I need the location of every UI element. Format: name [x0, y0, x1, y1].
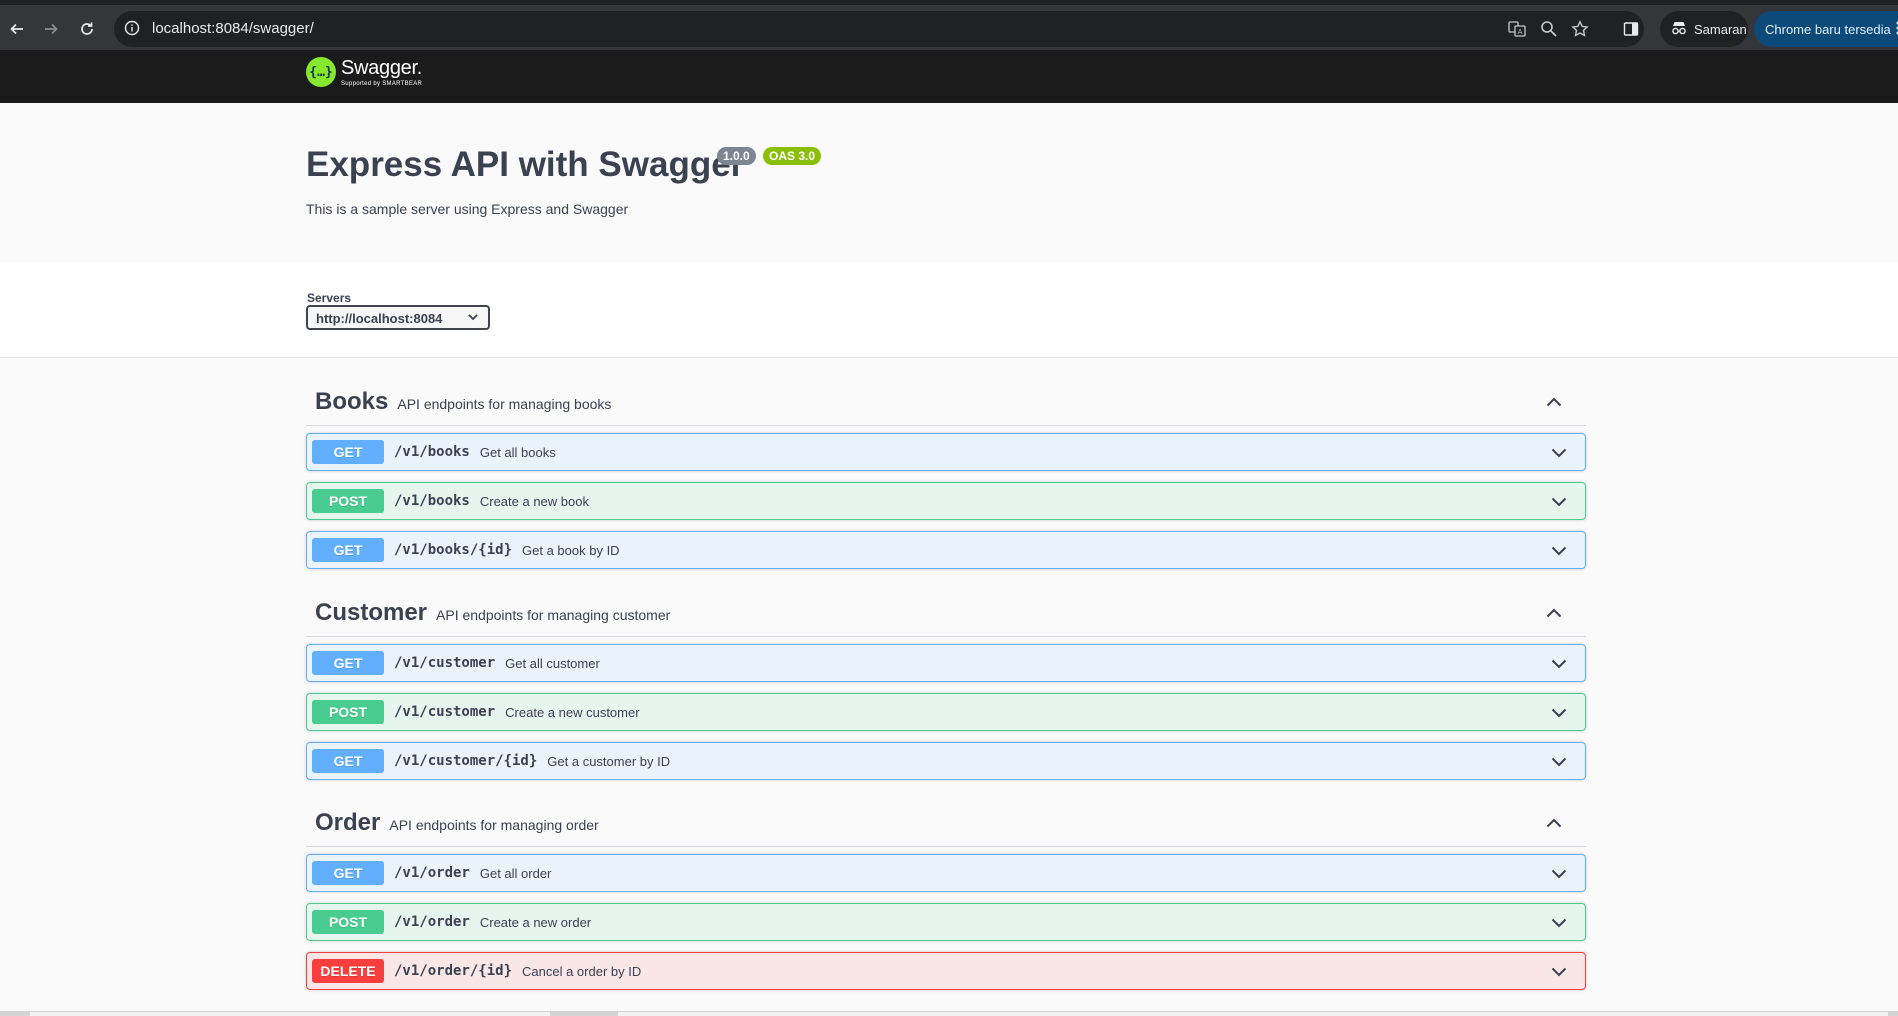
- incognito-icon: [1670, 20, 1688, 39]
- operation-summary: Get all customer: [505, 655, 600, 671]
- chrome-update-button[interactable]: Chrome baru tersedia: [1754, 11, 1898, 47]
- operation-summary: Create a new customer: [505, 704, 640, 720]
- tag-header-order[interactable]: Order API endpoints for managing order: [306, 800, 1586, 847]
- tag-name: Customer: [315, 599, 428, 626]
- forward-icon[interactable]: [36, 14, 66, 44]
- operation-row[interactable]: POST/v1/customer Create a new customer: [306, 693, 1586, 731]
- operation-path: /v1/books: [394, 444, 470, 460]
- swagger-logo-sub: Supported by SMARTBEAR: [341, 80, 423, 87]
- tag-description: API endpoints for managing customer: [436, 607, 671, 623]
- chevron-down-icon[interactable]: [1551, 543, 1567, 561]
- method-badge: POST: [312, 700, 384, 724]
- servers-label: Servers: [307, 291, 352, 305]
- incognito-profile-button[interactable]: Samaran: [1660, 11, 1748, 47]
- swagger-logo-icon: {…}: [306, 57, 336, 87]
- operation-row[interactable]: POST/v1/books Create a new book: [306, 482, 1586, 520]
- operation-path: /v1/order: [394, 865, 470, 881]
- operation-path: /v1/order/{id}: [394, 963, 513, 979]
- tag-name: Order: [315, 809, 381, 836]
- chevron-down-icon[interactable]: [1551, 705, 1567, 723]
- chevron-up-icon[interactable]: [1546, 605, 1562, 623]
- method-badge: GET: [312, 651, 384, 675]
- operation-path: /v1/order: [394, 914, 470, 930]
- api-title: Express API with Swagger: [306, 145, 745, 184]
- operation-row[interactable]: GET/v1/customer/{id} Get a customer by ID: [306, 742, 1586, 780]
- operation-row[interactable]: DELETE/v1/order/{id} Cancel a order by ID: [306, 952, 1586, 990]
- site-info-icon[interactable]: [124, 20, 140, 41]
- operation-path: /v1/customer/{id}: [394, 753, 538, 769]
- tag-header-books[interactable]: Books API endpoints for managing books: [306, 379, 1586, 426]
- update-label: Chrome baru tersedia: [1765, 21, 1891, 37]
- swagger-logo-name: Swagger.: [341, 56, 422, 79]
- tag-header-customer[interactable]: Customer API endpoints for managing custo…: [306, 590, 1586, 637]
- api-description: This is a sample server using Express an…: [306, 201, 629, 217]
- back-icon[interactable]: [2, 14, 32, 44]
- operation-summary: Create a new order: [479, 914, 592, 930]
- info-section: [0, 103, 1898, 262]
- browser-toolbar: localhost:8084/swagger/ A Samaran Chrome…: [0, 0, 1898, 50]
- swagger-topbar: {…} Swagger. Supported by SMARTBEAR: [0, 50, 1898, 103]
- method-badge: DELETE: [312, 959, 384, 983]
- operation-row[interactable]: POST/v1/order Create a new order: [306, 903, 1586, 941]
- operation-summary: Get a book by ID: [522, 542, 620, 558]
- tag-description: API endpoints for managing books: [397, 396, 612, 412]
- method-badge: GET: [312, 749, 384, 773]
- reload-icon[interactable]: [72, 14, 102, 44]
- side-panel-icon[interactable]: [1616, 14, 1646, 44]
- chevron-down-icon[interactable]: [1551, 964, 1567, 982]
- chevron-down-icon[interactable]: [1551, 754, 1567, 772]
- operation-summary: Get all order: [479, 865, 552, 881]
- chevron-up-icon[interactable]: [1546, 394, 1562, 412]
- operation-summary: Get a customer by ID: [547, 753, 671, 769]
- chevron-down-icon[interactable]: [1551, 445, 1567, 463]
- chevron-down-icon[interactable]: [1551, 656, 1567, 674]
- chevron-down-icon: [468, 314, 478, 321]
- method-badge: GET: [312, 538, 384, 562]
- operation-summary: Create a new book: [479, 493, 589, 509]
- swagger-logo[interactable]: {…} Swagger. Supported by SMARTBEAR: [306, 57, 422, 87]
- operation-path: /v1/customer: [394, 704, 496, 720]
- bookmark-star-icon[interactable]: [1571, 20, 1589, 43]
- operation-row[interactable]: GET/v1/books Get all books: [306, 433, 1586, 471]
- chevron-down-icon[interactable]: [1551, 866, 1567, 884]
- profile-label: Samaran: [1694, 21, 1747, 37]
- operation-row[interactable]: GET/v1/customer Get all customer: [306, 644, 1586, 682]
- operation-path: /v1/books: [394, 493, 470, 509]
- oas-badge: OAS 3.0: [763, 147, 822, 165]
- svg-text:A: A: [1518, 28, 1523, 36]
- method-badge: GET: [312, 440, 384, 464]
- url-text[interactable]: localhost:8084/swagger/: [152, 20, 314, 37]
- operation-path: /v1/books/{id}: [394, 542, 513, 558]
- zoom-icon[interactable]: [1540, 20, 1558, 43]
- method-badge: POST: [312, 910, 384, 934]
- method-badge: GET: [312, 861, 384, 885]
- operation-path: /v1/customer: [394, 655, 496, 671]
- operation-row[interactable]: GET/v1/order Get all order: [306, 854, 1586, 892]
- translate-icon[interactable]: A: [1508, 20, 1526, 43]
- operation-summary: Cancel a order by ID: [522, 963, 642, 979]
- horizontal-scrollbar[interactable]: [0, 1011, 1898, 1016]
- operation-summary: Get all books: [479, 444, 556, 460]
- tag-description: API endpoints for managing order: [389, 817, 599, 833]
- chevron-down-icon[interactable]: [1551, 915, 1567, 933]
- chevron-up-icon[interactable]: [1546, 815, 1562, 833]
- servers-select[interactable]: http://localhost:8084: [306, 305, 490, 330]
- operation-row[interactable]: GET/v1/books/{id} Get a book by ID: [306, 531, 1586, 569]
- servers-section: [0, 262, 1898, 358]
- servers-selected-value: http://localhost:8084: [316, 311, 443, 326]
- chevron-down-icon[interactable]: [1551, 494, 1567, 512]
- tag-name: Books: [315, 388, 389, 415]
- version-badge: 1.0.0: [717, 147, 756, 165]
- address-bar[interactable]: localhost:8084/swagger/ A: [114, 11, 1644, 47]
- method-badge: POST: [312, 489, 384, 513]
